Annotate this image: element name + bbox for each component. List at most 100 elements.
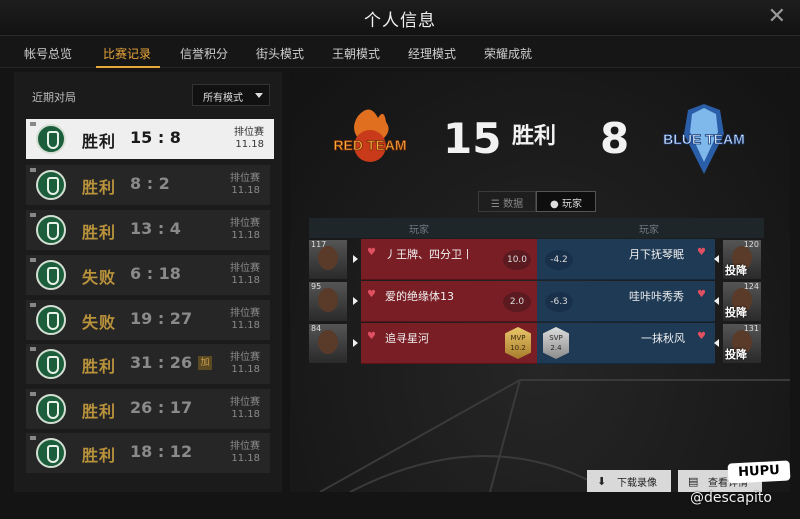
match-score: 18 : 12 bbox=[130, 442, 193, 461]
player-rating: 10.2 bbox=[510, 344, 526, 352]
chevron-down-icon bbox=[255, 93, 263, 98]
blue-player-cell[interactable]: SVP 2.4 一抹秋风 ♥ bbox=[537, 323, 715, 364]
replay-icon bbox=[30, 347, 36, 351]
player-rating: 10.0 bbox=[503, 250, 531, 270]
match-type: 排位赛 bbox=[230, 441, 260, 452]
like-icon[interactable]: ♥ bbox=[697, 331, 706, 342]
match-type: 排位赛 bbox=[230, 308, 260, 319]
tab-stats-label: 数据 bbox=[503, 199, 524, 210]
player-level: 124 bbox=[743, 282, 759, 291]
like-icon[interactable]: ♥ bbox=[367, 289, 376, 300]
match-item[interactable]: 胜利 31 : 26 加 排位赛 11.18 bbox=[26, 344, 270, 384]
blue-player-cell[interactable]: -4.2 月下抚琴眠 ♥ bbox=[537, 239, 715, 280]
match-item[interactable]: 失败 19 : 27 排位赛 11.18 bbox=[26, 300, 270, 340]
blue-team-name: BLUE TEAM bbox=[663, 131, 745, 147]
recent-matches-label: 近期对局 bbox=[32, 91, 76, 104]
replay-icon bbox=[30, 436, 36, 440]
player-name: 一抹秋风 bbox=[641, 332, 685, 345]
match-type: 排位赛 bbox=[230, 218, 260, 229]
red-column-header: 玩家 bbox=[409, 225, 429, 236]
match-type: 排位赛 bbox=[230, 397, 260, 408]
download-replay-button[interactable]: ⬇ 下载录像 bbox=[587, 470, 671, 492]
avatar: 84 bbox=[309, 324, 347, 363]
expand-arrow-icon[interactable] bbox=[353, 255, 358, 263]
like-icon[interactable]: ♥ bbox=[697, 289, 706, 300]
player-rating: -6.3 bbox=[545, 292, 573, 312]
list-icon: ☰ bbox=[490, 199, 504, 210]
expand-arrow-icon[interactable] bbox=[714, 297, 719, 305]
expand-arrow-icon[interactable] bbox=[353, 297, 358, 305]
player-name: 追寻星河 bbox=[385, 332, 429, 345]
match-item[interactable]: 胜利 13 : 4 排位赛 11.18 bbox=[26, 210, 270, 250]
player-row: 84 ♥ 追寻星河 MVP 10.2 SVP 2.4 一抹秋风 ♥ 131 投降 bbox=[309, 323, 764, 364]
match-score: 13 : 4 bbox=[130, 219, 181, 238]
tab-players-label: 玩家 bbox=[561, 199, 582, 210]
document-icon: ▤ bbox=[688, 475, 699, 488]
mode-filter-select[interactable]: 所有模式 bbox=[192, 84, 270, 106]
match-score: 15 : 8 bbox=[130, 128, 181, 147]
expand-arrow-icon[interactable] bbox=[714, 339, 719, 347]
red-player-cell[interactable]: ♥ 丿王牌、四分卫丨 10.0 bbox=[361, 239, 543, 280]
player-rating: 2.0 bbox=[503, 292, 531, 312]
match-date: 11.18 bbox=[231, 230, 260, 241]
close-icon[interactable]: ✕ bbox=[768, 6, 786, 28]
blue-player-cell[interactable]: -6.3 哇咔咔秀秀 ♥ bbox=[537, 281, 715, 322]
match-result: 胜利 bbox=[82, 446, 117, 465]
expand-arrow-icon[interactable] bbox=[353, 339, 358, 347]
tab-achievements[interactable]: 荣耀成就 bbox=[484, 45, 532, 62]
surrender-status: 投降 bbox=[725, 348, 747, 361]
expand-arrow-icon[interactable] bbox=[714, 255, 719, 263]
like-icon[interactable]: ♥ bbox=[367, 247, 376, 258]
surrender-status: 投降 bbox=[725, 264, 747, 277]
match-type: 排位赛 bbox=[234, 127, 264, 138]
replay-icon bbox=[30, 258, 36, 262]
tab-manager-mode[interactable]: 经理模式 bbox=[408, 45, 456, 62]
blue-column-header: 玩家 bbox=[639, 225, 659, 236]
match-score: 6 : 18 bbox=[130, 264, 181, 283]
tab-reputation[interactable]: 信誉积分 bbox=[180, 45, 228, 62]
match-score: 31 : 26 bbox=[130, 353, 193, 372]
tab-match-history[interactable]: 比赛记录 bbox=[103, 45, 151, 62]
like-icon[interactable]: ♥ bbox=[367, 331, 376, 342]
tab-players[interactable]: ● 玩家 bbox=[536, 191, 596, 212]
tab-dynasty-mode[interactable]: 王朝模式 bbox=[332, 45, 380, 62]
red-player-cell[interactable]: ♥ 追寻星河 MVP 10.2 bbox=[361, 323, 543, 364]
mvp-badge: MVP 10.2 bbox=[505, 327, 531, 359]
active-tab-indicator bbox=[96, 66, 160, 68]
ranked-badge-icon bbox=[36, 260, 66, 290]
match-item[interactable]: 失败 6 : 18 排位赛 11.18 bbox=[26, 255, 270, 295]
match-result: 胜利 bbox=[82, 402, 117, 421]
red-player-cell[interactable]: ♥ 爱的绝缘体13 2.0 bbox=[361, 281, 543, 322]
download-icon: ⬇ bbox=[597, 475, 607, 488]
replay-icon bbox=[30, 392, 36, 396]
avatar: 95 bbox=[309, 282, 347, 321]
match-item[interactable]: 胜利 26 : 17 排位赛 11.18 bbox=[26, 389, 270, 429]
match-item[interactable]: 胜利 8 : 2 排位赛 11.18 bbox=[26, 165, 270, 205]
tab-stats[interactable]: ☰ 数据 bbox=[478, 191, 536, 212]
player-name: 哇咔咔秀秀 bbox=[629, 290, 684, 303]
player-rating: -4.2 bbox=[545, 250, 573, 270]
match-result-title: 胜利 bbox=[512, 124, 557, 149]
match-date: 11.18 bbox=[231, 364, 260, 375]
svp-badge: SVP 2.4 bbox=[543, 327, 569, 359]
tab-account-overview[interactable]: 帐号总览 bbox=[24, 45, 72, 62]
download-replay-label: 下载录像 bbox=[617, 478, 657, 489]
player-row: 117 ♥ 丿王牌、四分卫丨 10.0 -4.2 月下抚琴眠 ♥ 120 投降 bbox=[309, 239, 764, 280]
match-item[interactable]: 胜利 15 : 8 排位赛 11.18 bbox=[26, 119, 274, 159]
match-result: 胜利 bbox=[82, 178, 117, 197]
avatar: 117 bbox=[309, 240, 347, 279]
avatar: 131 投降 bbox=[723, 324, 761, 363]
red-team-name: RED TEAM bbox=[333, 137, 406, 153]
ranked-badge-icon bbox=[36, 124, 66, 154]
ranked-badge-icon bbox=[36, 438, 66, 468]
replay-icon bbox=[30, 303, 36, 307]
tab-street-mode[interactable]: 街头模式 bbox=[256, 45, 304, 62]
replay-icon bbox=[30, 122, 36, 126]
replay-icon bbox=[30, 168, 36, 172]
like-icon[interactable]: ♥ bbox=[697, 247, 706, 258]
match-date: 11.18 bbox=[231, 320, 260, 331]
user-icon: ● bbox=[550, 199, 562, 210]
player-level: 117 bbox=[311, 240, 327, 249]
replay-icon bbox=[30, 213, 36, 217]
match-item[interactable]: 胜利 18 : 12 排位赛 11.18 bbox=[26, 433, 270, 473]
